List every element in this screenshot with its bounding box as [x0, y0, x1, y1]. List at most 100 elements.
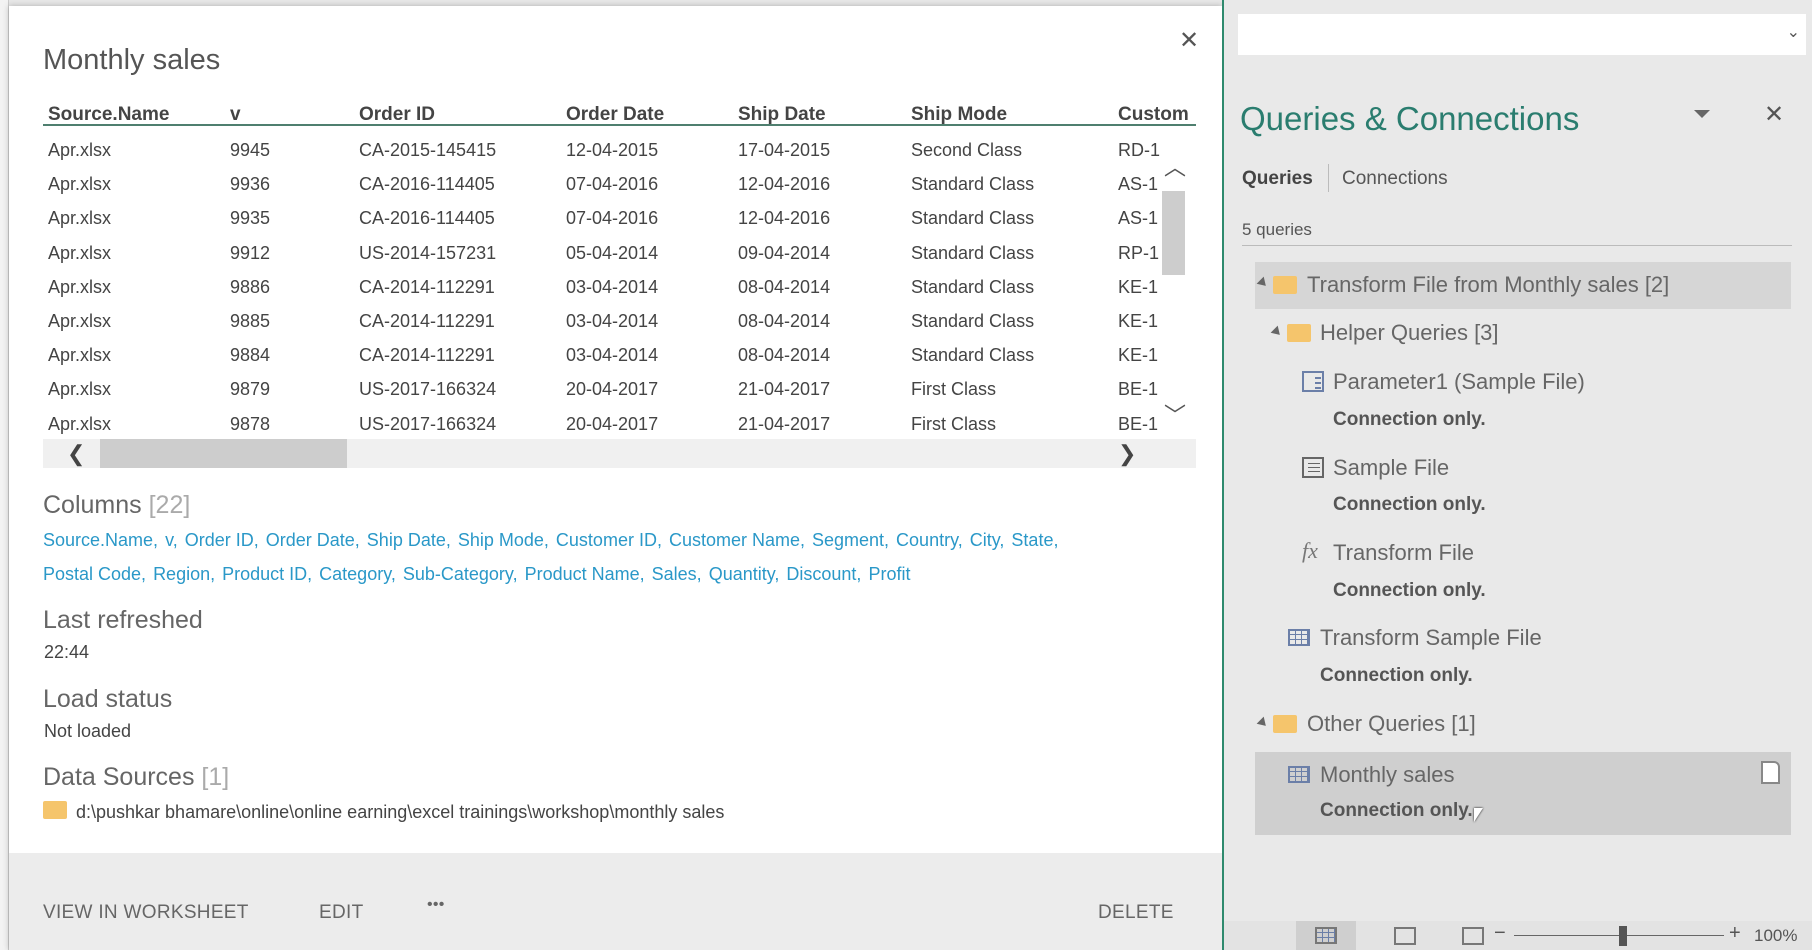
query-name: Monthly sales: [1320, 762, 1455, 787]
query-status: Connection only.: [1333, 494, 1486, 515]
popup-title: Monthly sales: [43, 44, 221, 76]
column-header-ship-date[interactable]: Ship Date: [738, 104, 826, 126]
delete-button[interactable]: DELETE: [1098, 902, 1174, 924]
scroll-right-icon[interactable]: ❯: [1118, 441, 1136, 467]
cell-ship-date: 08-04-2014: [738, 276, 831, 297]
zoom-in-button[interactable]: +: [1729, 922, 1741, 945]
query-name: Parameter1 (Sample File): [1333, 369, 1585, 394]
close-pane-icon[interactable]: ✕: [1764, 100, 1784, 129]
column-header-order-date[interactable]: Order Date: [566, 104, 664, 126]
pane-options-dropdown-icon[interactable]: [1694, 110, 1710, 118]
scroll-left-icon[interactable]: ❮: [67, 441, 85, 467]
cell-source-name: Apr.xlsx: [48, 242, 112, 263]
vertical-scroll-thumb[interactable]: [1162, 191, 1185, 275]
tab-connections[interactable]: Connections: [1342, 168, 1448, 190]
column-link[interactable]: Product ID,: [222, 564, 312, 585]
collapse-triangle-icon[interactable]: [1256, 716, 1270, 730]
cell-customer-id: BE-1: [1118, 379, 1159, 400]
cell-v: 9878: [230, 413, 271, 434]
cell-order-date: 03-04-2014: [566, 345, 659, 366]
scroll-up-icon[interactable]: ︿: [1164, 150, 1186, 182]
page-break-preview-icon[interactable]: [1462, 927, 1484, 945]
queries-connections-pane: ⌄ Queries & Connections ✕ Queries Connec…: [1222, 0, 1812, 950]
cell-order-id: CA-2014-112291: [359, 345, 495, 366]
folder-icon: [43, 801, 67, 819]
column-link[interactable]: Sales,: [652, 564, 702, 585]
query-name: Transform Sample File: [1320, 625, 1542, 650]
column-link[interactable]: Segment,: [812, 530, 889, 551]
column-header-ship-mode[interactable]: Ship Mode: [911, 104, 1007, 126]
chevron-down-icon[interactable]: ⌄: [1787, 22, 1800, 42]
column-link[interactable]: v,: [165, 530, 178, 551]
column-link[interactable]: Ship Date,: [367, 530, 451, 551]
zoom-out-button[interactable]: −: [1494, 922, 1506, 945]
cell-customer-id: KE-1: [1118, 345, 1159, 366]
column-link[interactable]: Country,: [896, 530, 963, 551]
cell-order-id: CA-2014-112291: [359, 311, 495, 331]
zoom-slider-thumb[interactable]: [1619, 926, 1627, 946]
cell-order-date: 03-04-2014: [566, 311, 659, 331]
cell-order-date: 07-04-2016: [566, 208, 659, 229]
query-count: 5 queries: [1242, 220, 1312, 239]
horizontal-scroll-thumb[interactable]: [100, 439, 347, 468]
refresh-icon[interactable]: [1761, 761, 1780, 784]
column-link[interactable]: Ship Mode,: [458, 530, 549, 551]
edit-button[interactable]: EDIT: [319, 902, 363, 924]
tab-queries[interactable]: Queries: [1242, 168, 1313, 190]
page-layout-icon[interactable]: [1394, 927, 1416, 945]
vertical-scrollbar[interactable]: ︿ ﹀: [1160, 150, 1187, 439]
mouse-cursor: [1474, 808, 1483, 822]
excel-sheet-edge: [0, 0, 9, 950]
column-header-order-id[interactable]: Order ID: [359, 104, 435, 126]
tab-divider: [1328, 164, 1329, 192]
query-item-monthly-sales[interactable]: Monthly sales Connection only.: [1255, 752, 1791, 835]
group-transform-file[interactable]: Transform File from Monthly sales [2]: [1255, 262, 1791, 309]
column-link[interactable]: Region,: [153, 564, 215, 585]
column-header-v[interactable]: v: [230, 104, 241, 126]
column-header-customer-id[interactable]: Custom: [1118, 104, 1189, 126]
table-icon: [1288, 629, 1310, 646]
group-helper-queries[interactable]: Helper Queries [3]: [1320, 320, 1499, 346]
formula-bar-input[interactable]: ⌄: [1238, 14, 1806, 55]
zoom-level[interactable]: 100%: [1754, 926, 1797, 946]
column-link[interactable]: Product Name,: [525, 564, 645, 585]
column-link[interactable]: Discount,: [786, 564, 861, 585]
column-link[interactable]: Order ID,: [185, 530, 259, 551]
column-link[interactable]: City,: [970, 530, 1005, 551]
column-link[interactable]: State,: [1011, 530, 1058, 551]
cell-order-id: CA-2016-114405: [359, 208, 495, 229]
column-link[interactable]: Customer Name,: [669, 530, 805, 551]
cell-source-name: Apr.xlsx: [48, 345, 112, 366]
column-link[interactable]: Customer ID,: [556, 530, 662, 551]
load-status-value: Not loaded: [44, 721, 132, 741]
cell-source-name: Apr.xlsx: [48, 174, 112, 195]
more-options-button[interactable]: •••: [427, 896, 445, 914]
cell-ship-date: 08-04-2014: [738, 311, 831, 331]
column-link[interactable]: Postal Code,: [43, 564, 146, 585]
column-link[interactable]: Order Date,: [266, 530, 360, 551]
column-header-source-name[interactable]: Source.Name: [48, 104, 169, 126]
column-link[interactable]: Source.Name,: [43, 530, 158, 551]
view-in-worksheet-button[interactable]: VIEW IN WORKSHEET: [43, 902, 249, 924]
collapse-triangle-icon[interactable]: [1256, 276, 1270, 290]
collapse-triangle-icon[interactable]: [1270, 325, 1284, 339]
column-link[interactable]: Category,: [319, 564, 396, 585]
scroll-down-icon[interactable]: ﹀: [1164, 398, 1186, 430]
folder-icon: [1273, 715, 1297, 733]
horizontal-scrollbar[interactable]: ❮ ❯: [43, 439, 1196, 468]
column-link[interactable]: Profit: [868, 564, 910, 585]
header-divider: [43, 124, 1196, 126]
close-icon[interactable]: ✕: [1179, 26, 1199, 55]
cell-ship-mode: First Class: [911, 379, 996, 400]
column-link[interactable]: Quantity,: [709, 564, 780, 585]
normal-view-button[interactable]: [1296, 921, 1356, 950]
group-other-queries[interactable]: Other Queries [1]: [1307, 711, 1476, 737]
cell-order-id: US-2017-166324: [359, 379, 497, 400]
cell-ship-mode: Standard Class: [911, 345, 1035, 366]
folder-icon: [1273, 276, 1297, 294]
cell-order-date: 07-04-2016: [566, 174, 659, 195]
load-status-label: Load status: [43, 685, 173, 713]
cell-ship-mode: Second Class: [911, 140, 1023, 160]
column-link[interactable]: Sub-Category,: [403, 564, 518, 585]
cell-source-name: Apr.xlsx: [48, 140, 112, 160]
